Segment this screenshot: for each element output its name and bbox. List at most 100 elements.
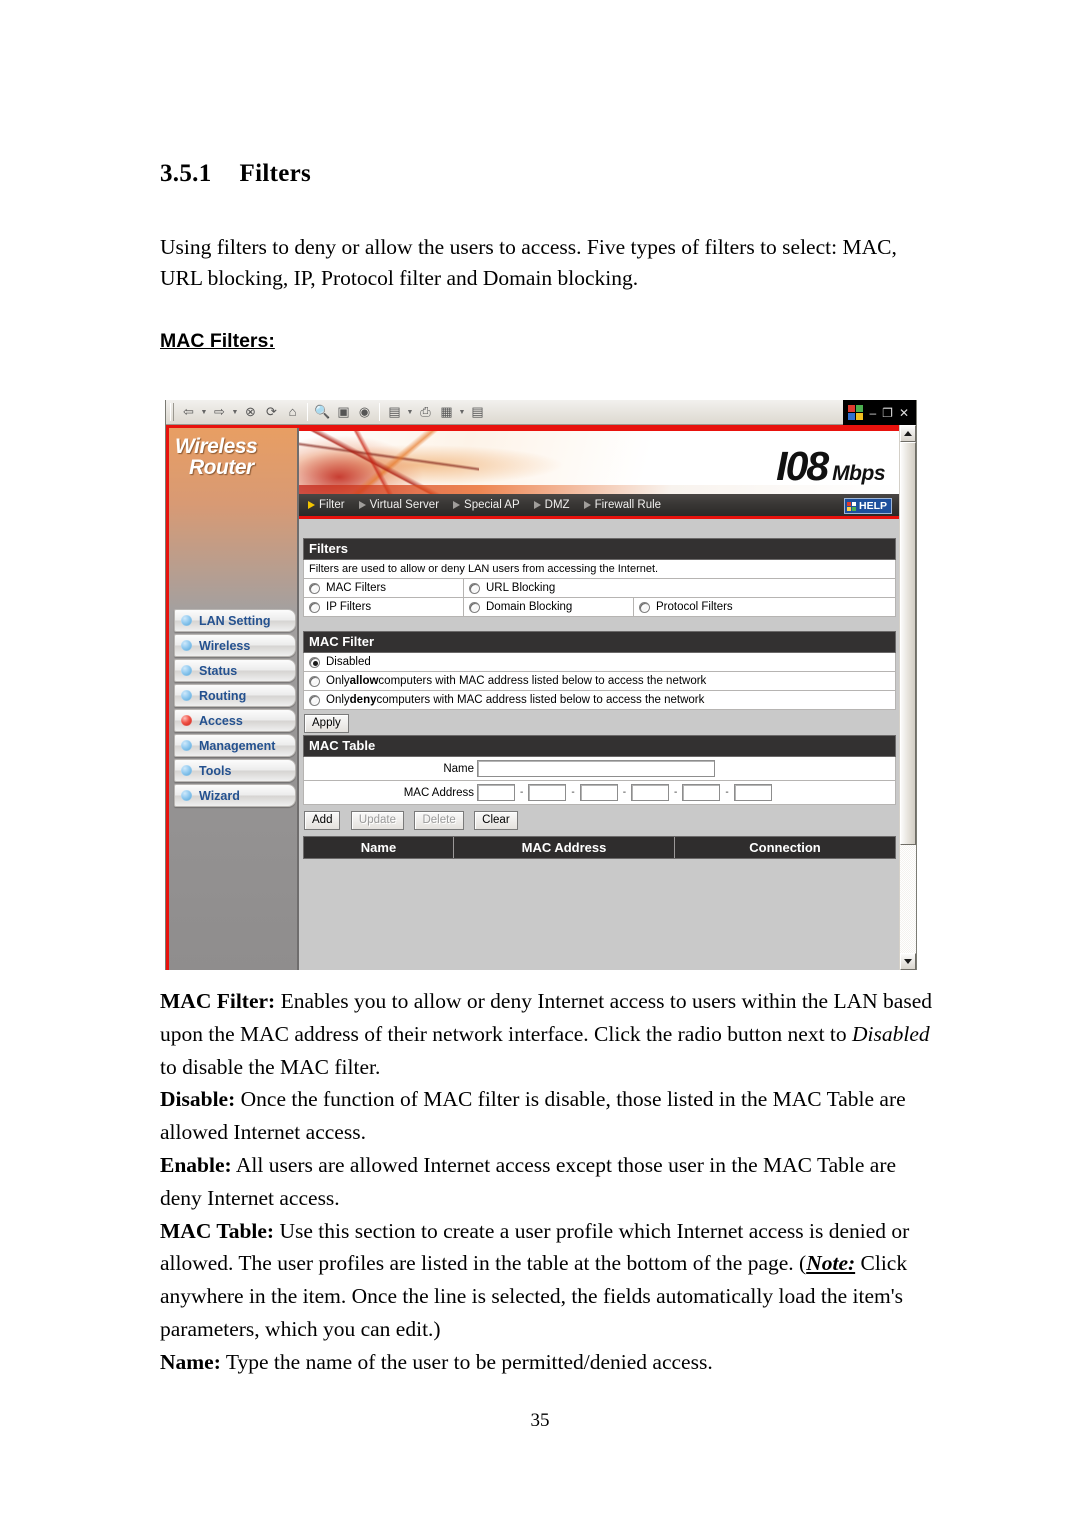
name-input[interactable] — [477, 760, 715, 777]
radio-label-pre: Only — [326, 675, 350, 687]
led-icon — [181, 765, 192, 776]
stop-icon[interactable]: ⊗ — [240, 402, 261, 423]
sidebar-item-lan-setting[interactable]: LAN Setting — [174, 609, 296, 632]
text-mac-filter-2: to disable the MAC filter. — [160, 1054, 381, 1079]
sidebar-item-status[interactable]: Status — [174, 659, 296, 682]
sidebar-item-wireless[interactable]: Wireless — [174, 634, 296, 657]
search-icon[interactable]: 🔍 — [312, 402, 333, 423]
radio-label: MAC Filters — [326, 582, 387, 594]
brand-line-1: Wireless — [175, 435, 258, 458]
led-icon — [181, 690, 192, 701]
nav-item-special-ap[interactable]: Special AP — [453, 499, 520, 511]
text-enable: All users are allowed Internet access ex… — [160, 1152, 897, 1210]
radio-option-disabled[interactable]: Disabled — [304, 653, 895, 671]
windows-logo-icon — [848, 405, 864, 420]
nav-item-filter[interactable]: Filter — [308, 499, 345, 511]
apply-button[interactable]: Apply — [304, 714, 349, 733]
radio-label-emphasis: deny — [349, 694, 377, 706]
sidebar-item-access[interactable]: Access — [174, 709, 296, 732]
text-mac-filter-1: Enables you to allow or deny Internet ac… — [160, 989, 932, 1046]
octet-separator: - — [520, 787, 524, 798]
page-number: 35 — [530, 1410, 550, 1431]
mac-octet-input-3[interactable] — [579, 784, 618, 801]
minimize-button[interactable]: – — [869, 407, 876, 419]
edit-icon[interactable]: ▦ — [436, 402, 457, 423]
radio-option-allow[interactable]: Only allow computers with MAC address li… — [304, 672, 895, 690]
radio-label: Protocol Filters — [656, 601, 733, 613]
radio-option-mac-filters[interactable]: MAC Filters — [304, 579, 464, 597]
vertical-scrollbar[interactable] — [899, 425, 916, 970]
toolbar-grip[interactable] — [170, 403, 174, 421]
mac-filter-option-deny-row: Only deny computers with MAC address lis… — [303, 691, 896, 710]
sidebar-item-label: LAN Setting — [199, 613, 271, 628]
sidebar-item-management[interactable]: Management — [174, 734, 296, 757]
radio-label: URL Blocking — [486, 582, 556, 594]
print-icon[interactable]: ⎙ — [415, 402, 436, 423]
mac-octet-input-6[interactable] — [733, 784, 772, 801]
history-dropdown-icon[interactable]: ▼ — [405, 408, 415, 416]
panel-spacer — [303, 617, 896, 631]
scrollbar-track[interactable] — [900, 845, 916, 953]
refresh-icon[interactable]: ⟳ — [261, 402, 282, 423]
filters-panel-description: Filters are used to allow or deny LAN us… — [303, 560, 896, 579]
browser-window: ⇦ ▼ ⇨ ▼ ⊗ ⟳ ⌂ 🔍 ▣ ◉ ▤ ▼ ⎙ ▦ ▼ ▤ – ❐ ✕ Wi… — [165, 400, 917, 970]
scrollbar-thumb[interactable] — [900, 442, 916, 845]
label-mac-filter: MAC Filter: — [160, 989, 276, 1013]
help-button[interactable]: HELP — [843, 498, 892, 514]
edit-dropdown-icon[interactable]: ▼ — [457, 408, 467, 416]
label-mac-table: MAC Table: — [160, 1218, 275, 1243]
scroll-up-icon[interactable] — [900, 425, 916, 442]
sidebar-item-routing[interactable]: Routing — [174, 684, 296, 707]
back-icon[interactable]: ⇦ — [178, 402, 199, 423]
nav-item-firewall-rule[interactable]: Firewall Rule — [583, 499, 661, 511]
brand-line-2: Router — [189, 456, 254, 479]
text-mac-filter-italic: Disabled — [852, 1021, 930, 1046]
document-page: 3.5.1 Filters Using filters to deny or al… — [0, 0, 1080, 1528]
clear-button[interactable]: Clear — [474, 811, 518, 830]
media-icon[interactable]: ◉ — [354, 402, 375, 423]
router-banner: I08 Mbps — [299, 428, 899, 494]
radio-label-pre: Only — [326, 694, 350, 706]
mac-table-panel-title: MAC Table — [303, 735, 896, 757]
mac-filter-option-allow-row: Only allow computers with MAC address li… — [303, 672, 896, 691]
router-main: I08 Mbps Filter Virtual Server Special A… — [299, 428, 899, 970]
radio-option-ip-filters[interactable]: IP Filters — [304, 598, 464, 616]
back-dropdown-icon[interactable]: ▼ — [199, 408, 209, 416]
paragraph-disable: Disable: Once the function of MAC filter… — [160, 1083, 935, 1149]
add-button[interactable]: Add — [304, 811, 341, 830]
mac-octet-input-1[interactable] — [477, 784, 515, 801]
nav-item-virtual-server[interactable]: Virtual Server — [358, 499, 439, 511]
text-mac-table-note: Note: — [806, 1251, 856, 1276]
close-button[interactable]: ✕ — [899, 407, 909, 419]
table-header-mac-address: MAC Address — [454, 837, 675, 858]
name-field-row: Name — [303, 757, 896, 781]
sidebar-item-tools[interactable]: Tools — [174, 759, 296, 782]
mac-filter-panel-title: MAC Filter — [303, 631, 896, 653]
router-sidebar: Wireless Router LAN Setting Wireless Sta… — [169, 428, 299, 970]
forward-icon[interactable]: ⇨ — [209, 402, 230, 423]
mac-octet-input-5[interactable] — [682, 784, 721, 801]
page-title: 3.5.1 Filters — [160, 160, 311, 188]
sidebar-item-wizard[interactable]: Wizard — [174, 784, 296, 807]
mac-octet-input-4[interactable] — [631, 784, 670, 801]
triangle-icon — [533, 501, 541, 509]
forward-dropdown-icon[interactable]: ▼ — [230, 408, 240, 416]
history-icon[interactable]: ▤ — [384, 402, 405, 423]
nav-item-dmz[interactable]: DMZ — [533, 499, 570, 511]
radio-option-url-blocking[interactable]: URL Blocking — [464, 579, 895, 597]
label-disable: Disable: — [160, 1087, 236, 1112]
mac-octet-input-2[interactable] — [528, 784, 567, 801]
scroll-down-icon[interactable] — [900, 953, 916, 970]
triangle-icon — [453, 501, 461, 509]
radio-label-post: computers with MAC address listed below … — [376, 694, 705, 706]
radio-option-domain-blocking[interactable]: Domain Blocking — [464, 598, 634, 616]
radio-option-deny[interactable]: Only deny computers with MAC address lis… — [304, 691, 895, 709]
radio-icon — [469, 582, 480, 594]
radio-option-protocol-filters[interactable]: Protocol Filters — [634, 598, 895, 616]
restore-button[interactable]: ❐ — [882, 407, 893, 419]
radio-icon — [309, 694, 320, 706]
led-icon — [181, 665, 192, 676]
favorites-icon[interactable]: ▣ — [333, 402, 354, 423]
home-icon[interactable]: ⌂ — [282, 402, 303, 423]
discuss-icon[interactable]: ▤ — [467, 402, 488, 423]
